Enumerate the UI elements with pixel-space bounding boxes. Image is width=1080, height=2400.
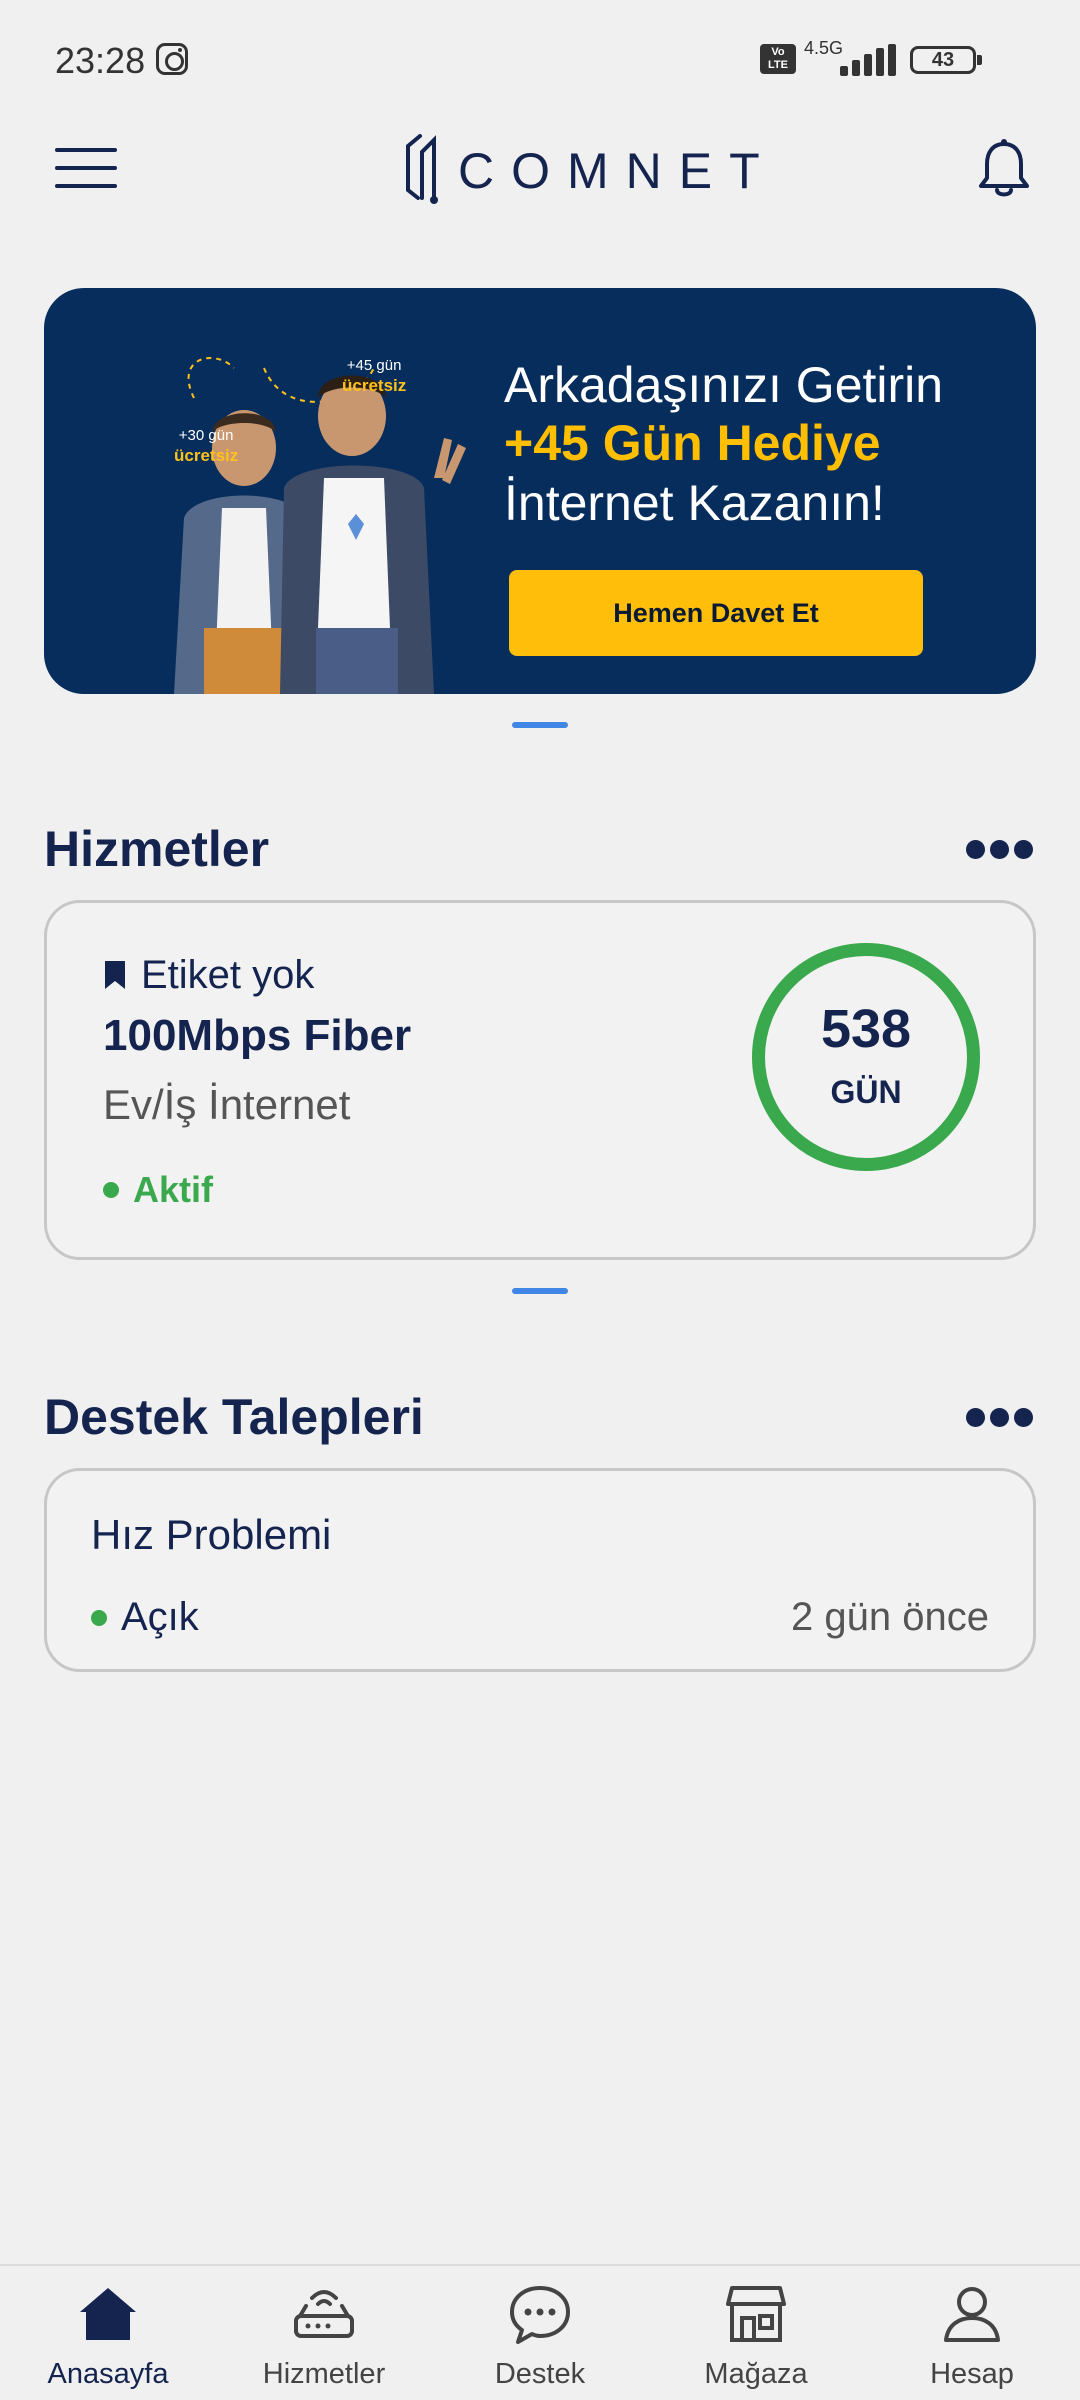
nav-label-magaza: Mağaza <box>704 2358 808 2390</box>
nav-item-destek[interactable]: Destek <box>432 2266 648 2400</box>
bottom-navigation: Anasayfa Hizmetler Destek Mağaza Hesap <box>0 2264 1080 2400</box>
banner-headline-3: İnternet Kazanın! <box>504 475 885 531</box>
ticket-title: Hız Problemi <box>91 1511 332 1558</box>
chat-icon <box>510 2286 570 2344</box>
network-type: 4.5G <box>804 38 844 58</box>
invite-button[interactable]: Hemen Davet Et <box>509 570 923 656</box>
ticket-status: Açık <box>121 1595 199 1639</box>
ticket-status-dot-icon <box>91 1609 107 1626</box>
logo-mark-icon <box>406 134 438 204</box>
nav-label-anasayfa: Anasayfa <box>47 2358 169 2390</box>
banner-headline-1: Arkadaşınızı Getirin <box>504 357 944 413</box>
status-dot-icon <box>103 1182 119 1198</box>
support-ticket-card[interactable]: Hız Problemi Açık 2 gün önce <box>44 1468 1036 1672</box>
service-tag: Etiket yok <box>141 952 315 997</box>
bookmark-icon <box>105 961 125 989</box>
services-section-title: Hizmetler <box>44 821 270 877</box>
hamburger-menu-icon[interactable] <box>55 148 117 188</box>
remaining-days-unit: GÜN <box>830 1074 902 1110</box>
status-time: 23:28 <box>55 40 146 81</box>
battery-icon: 43 <box>910 46 982 74</box>
nav-label-hizmetler: Hizmetler <box>262 2358 386 2390</box>
service-status-row: Aktif <box>103 1169 213 1211</box>
badge-45-days: +45 gün ücretsiz <box>342 356 406 396</box>
ticket-status-row: Açık <box>91 1595 199 1640</box>
service-type: Ev/İş İnternet <box>103 1081 351 1128</box>
nav-label-destek: Destek <box>494 2358 586 2390</box>
nav-item-magaza[interactable]: Mağaza <box>648 2266 864 2400</box>
ticket-time: 2 gün önce <box>791 1595 989 1639</box>
services-more-icon[interactable] <box>966 840 1033 860</box>
nav-item-hizmetler[interactable]: Hizmetler <box>216 2266 432 2400</box>
services-pager-indicator <box>512 1288 568 1294</box>
tag-row: Etiket yok <box>103 953 314 997</box>
status-indicators: Vo LTE 4.5G 43 <box>760 38 1020 78</box>
badge-30-bottom: ücretsiz <box>174 446 239 465</box>
instagram-notification-icon <box>156 43 188 75</box>
service-card[interactable]: Etiket yok 100Mbps Fiber Ev/İş İnternet … <box>44 900 1036 1260</box>
support-section-title: Destek Talepleri <box>44 1389 424 1445</box>
nav-label-hesap: Hesap <box>930 2358 1014 2390</box>
banner-headline-2: +45 Gün Hediye <box>504 415 881 471</box>
status-bar: 23:28 Vo LTE 4.5G 43 <box>0 0 1080 120</box>
support-more-icon[interactable] <box>966 1408 1033 1428</box>
logo-text: COMNET <box>458 143 777 199</box>
comnet-logo: COMNET <box>400 128 760 208</box>
banner-pager-indicator <box>512 722 568 728</box>
banner-people-illustration: +30 gün ücretsiz +45 gün ücretsiz <box>104 328 504 694</box>
nav-item-hesap[interactable]: Hesap <box>864 2266 1080 2400</box>
badge-30-days: +30 gün ücretsiz <box>174 426 238 466</box>
badge-45-bottom: ücretsiz <box>342 376 407 395</box>
user-icon <box>944 2287 1000 2342</box>
home-icon <box>80 2288 136 2340</box>
bell-icon[interactable] <box>975 138 1033 200</box>
store-icon <box>726 2286 786 2342</box>
router-icon <box>294 2290 354 2338</box>
battery-level: 43 <box>931 49 955 71</box>
volte-icon: Vo LTE <box>760 44 796 74</box>
nav-item-anasayfa[interactable]: Anasayfa <box>0 2266 216 2400</box>
service-status: Aktif <box>133 1169 213 1210</box>
badge-30-top: +30 gün <box>178 427 234 444</box>
remaining-days-ring: 538 GÜN <box>752 943 980 1171</box>
badge-45-top: +45 gün <box>346 357 402 374</box>
remaining-days: 538 <box>820 999 912 1059</box>
service-name: 100Mbps Fiber <box>103 1011 412 1060</box>
signal-icon <box>840 44 896 76</box>
promo-banner[interactable]: +30 gün ücretsiz +45 gün ücretsiz Arkada… <box>44 288 1036 694</box>
